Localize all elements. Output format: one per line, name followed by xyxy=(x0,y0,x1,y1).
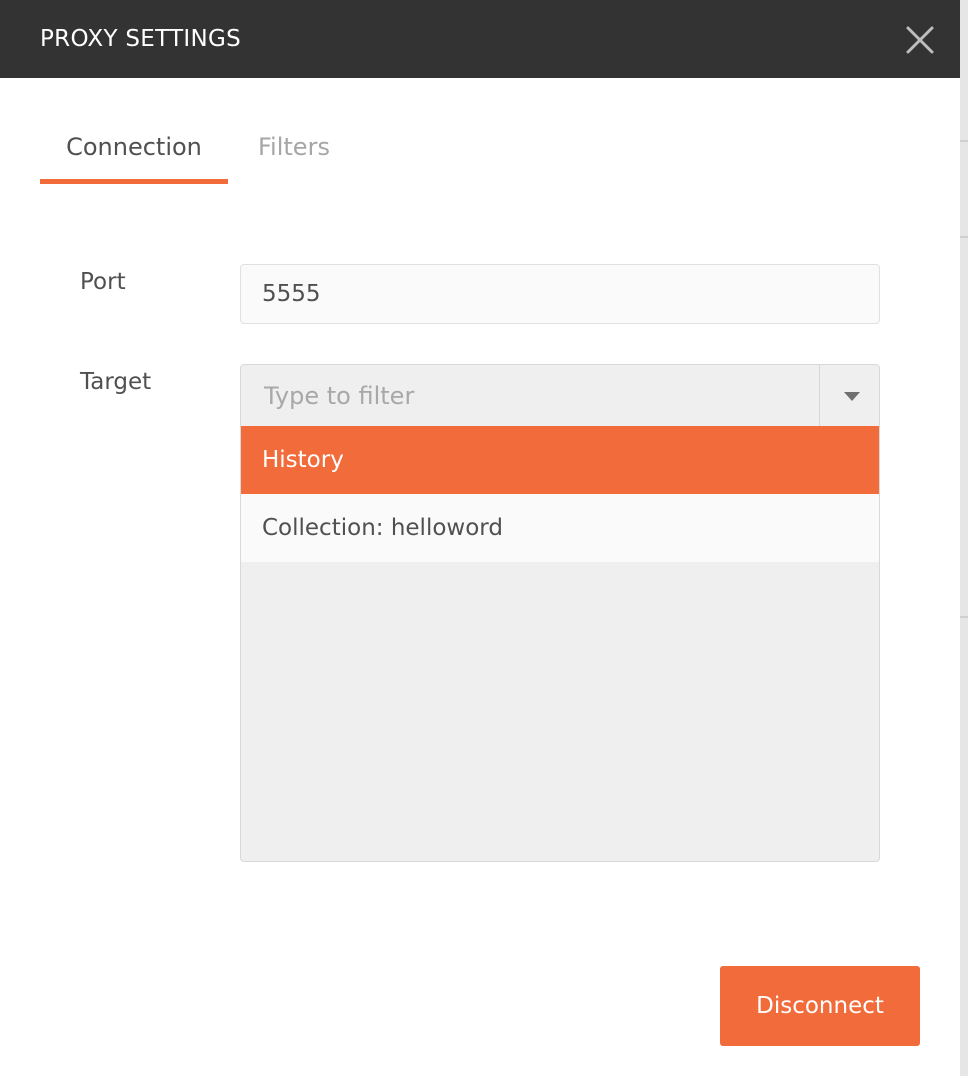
tab-filters[interactable]: Filters xyxy=(258,110,330,184)
background-divider xyxy=(960,616,968,618)
proxy-settings-dialog: PROXY SETTINGS Connection Filters Port T… xyxy=(0,0,960,1076)
background-divider xyxy=(960,140,968,142)
target-filter-input[interactable] xyxy=(241,365,819,426)
port-input[interactable] xyxy=(240,264,880,324)
port-label: Port xyxy=(80,269,126,295)
tab-bar: Connection Filters xyxy=(40,110,920,184)
background-app-edge xyxy=(960,0,968,1076)
caret-down-icon xyxy=(844,392,860,401)
dialog-title: PROXY SETTINGS xyxy=(40,26,242,52)
target-dropdown-toggle[interactable] xyxy=(819,365,879,426)
tab-connection[interactable]: Connection xyxy=(40,110,228,184)
target-option-history[interactable]: History xyxy=(241,426,879,494)
dialog-titlebar: PROXY SETTINGS xyxy=(0,0,960,78)
close-button[interactable] xyxy=(900,20,940,60)
close-icon xyxy=(906,26,934,54)
target-label: Target xyxy=(80,369,152,395)
target-option-collection[interactable]: Collection: helloword xyxy=(241,494,879,562)
disconnect-button[interactable]: Disconnect xyxy=(720,966,920,1046)
target-select: History Collection: helloword xyxy=(240,364,880,862)
target-options-list: History Collection: helloword xyxy=(241,426,879,562)
background-divider xyxy=(960,236,968,238)
